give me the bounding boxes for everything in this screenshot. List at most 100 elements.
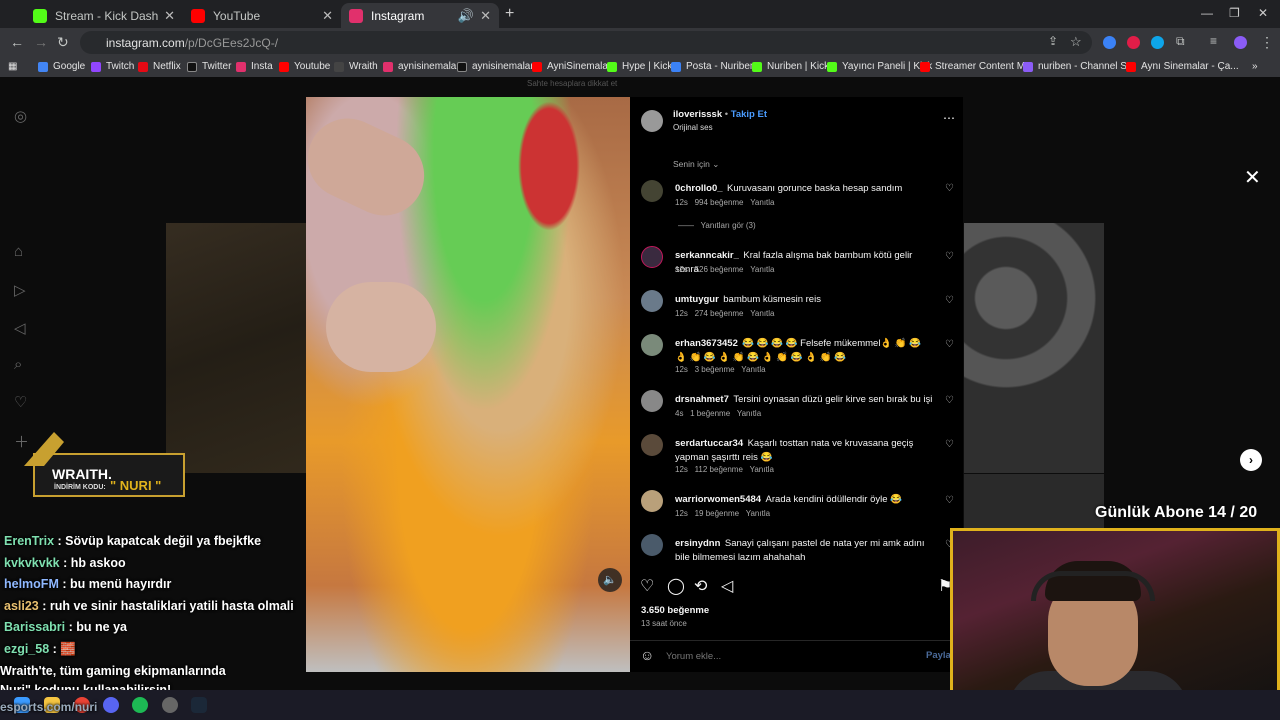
close-icon[interactable]: ✕ bbox=[480, 8, 491, 24]
extension-icon[interactable] bbox=[1127, 36, 1140, 49]
screen: Stream - Kick Dashboard ✕ YouTube ✕ Inst… bbox=[0, 0, 1280, 720]
bookmark-nuriben-channel[interactable]: nuriben - Channel S... bbox=[1023, 61, 1135, 72]
youtube-icon bbox=[191, 8, 205, 23]
bookmark-wraith[interactable]: Wraith bbox=[334, 61, 378, 72]
back-icon[interactable]: ← bbox=[10, 34, 24, 50]
spotify-icon[interactable] bbox=[132, 697, 148, 713]
bookmark-twitch[interactable]: Twitch bbox=[91, 61, 134, 72]
like-heart-icon[interactable]: ♡ bbox=[945, 339, 954, 350]
x-icon bbox=[457, 61, 467, 72]
avatar[interactable] bbox=[641, 490, 663, 512]
speaker-icon[interactable]: 🔊 bbox=[458, 8, 474, 24]
like-icon[interactable]: ♡ bbox=[640, 576, 654, 596]
comment-input[interactable] bbox=[666, 647, 906, 665]
menu-icon[interactable]: ⋮ bbox=[1260, 34, 1274, 51]
bookmark-youtube[interactable]: Youtube bbox=[279, 61, 330, 72]
post-video[interactable] bbox=[306, 97, 630, 672]
media-icon[interactable]: ≡ bbox=[1210, 34, 1217, 48]
chevron-right-icon[interactable]: » bbox=[1252, 61, 1258, 72]
bookmark-aynisinemalar[interactable]: aynisinemalar bbox=[383, 61, 460, 72]
comment-meta: 12s 3 beğenme Yanıtla bbox=[675, 365, 766, 374]
avatar[interactable] bbox=[1234, 36, 1247, 49]
tab-kick-dashboard[interactable]: Stream - Kick Dashboard ✕ bbox=[25, 3, 183, 28]
close-icon[interactable]: ✕ bbox=[164, 8, 175, 24]
extension-icon[interactable] bbox=[1151, 36, 1164, 49]
heart-icon[interactable]: ♡ bbox=[14, 393, 27, 411]
finger-shape bbox=[306, 105, 438, 229]
obs-icon[interactable] bbox=[162, 697, 178, 713]
comment-item: umtuygur bambum küsmesin reis bbox=[675, 294, 821, 305]
like-heart-icon[interactable]: ♡ bbox=[945, 395, 954, 406]
like-heart-icon[interactable]: ♡ bbox=[945, 295, 954, 306]
install-icon[interactable]: ⇪ bbox=[1048, 34, 1058, 48]
share-icon[interactable]: ◁ bbox=[721, 576, 733, 596]
forward-icon[interactable]: → bbox=[34, 34, 48, 50]
search-icon[interactable]: ⌕ bbox=[14, 356, 22, 373]
comment-item: warriorwomen5484 Arada kendini ödüllendi… bbox=[675, 494, 902, 505]
speaker-icon[interactable]: 🔈 bbox=[598, 568, 622, 592]
bookmark-insta[interactable]: Insta bbox=[236, 61, 273, 72]
bookmark-hype-kick[interactable]: Hype | Kick bbox=[607, 61, 672, 72]
avatar[interactable] bbox=[641, 534, 663, 556]
close-modal-icon[interactable]: ✕ bbox=[1244, 165, 1261, 190]
bookmark-twitter[interactable]: Twitter bbox=[187, 61, 231, 72]
more-options-icon[interactable]: ⋯ bbox=[943, 111, 955, 125]
instagram-logo-icon[interactable]: ◎ bbox=[14, 107, 27, 125]
like-heart-icon[interactable]: ♡ bbox=[945, 251, 954, 262]
avatar[interactable] bbox=[641, 246, 663, 268]
reels-icon[interactable]: ▷ bbox=[14, 281, 26, 299]
bookmark-nuriben-kick[interactable]: Nuriben | Kick bbox=[752, 61, 829, 72]
bookmark-star-icon[interactable]: ☆ bbox=[1070, 34, 1082, 50]
avatar[interactable] bbox=[641, 390, 663, 412]
bookmark-ayni-sinemalar[interactable]: Aynı Sinemalar - Ça... bbox=[1126, 61, 1239, 72]
follow-button[interactable]: Takip Et bbox=[731, 109, 767, 120]
new-tab-button[interactable]: + bbox=[505, 5, 514, 23]
avatar[interactable] bbox=[641, 110, 663, 132]
audio-label[interactable]: Orijinal ses bbox=[673, 123, 713, 132]
avatar[interactable] bbox=[641, 434, 663, 456]
kick-icon bbox=[827, 61, 837, 72]
puzzle-icon[interactable]: ⧉ bbox=[1176, 34, 1185, 49]
repost-icon[interactable]: ⟲ bbox=[694, 576, 707, 596]
tab-youtube[interactable]: YouTube ✕ bbox=[183, 3, 341, 28]
like-count[interactable]: 3.650 beğenme bbox=[641, 605, 709, 616]
bookmark-posta[interactable]: Posta - Nuriben bbox=[671, 61, 755, 72]
discord-icon[interactable] bbox=[103, 697, 119, 713]
avatar[interactable] bbox=[641, 180, 663, 202]
comment-icon[interactable]: ◯ bbox=[667, 576, 685, 596]
bookmark-yayinci-paneli[interactable]: Yayıncı Paneli | Kick bbox=[827, 61, 932, 72]
avatar[interactable] bbox=[641, 290, 663, 312]
home-icon[interactable]: ⌂ bbox=[14, 243, 23, 260]
window-close-button[interactable]: ✕ bbox=[1258, 6, 1268, 20]
bookmark-aynisinemalar-yt[interactable]: AyniSinemalar bbox=[532, 61, 611, 72]
comment-meta: 12s 526 beğenme Yanıtla bbox=[675, 265, 775, 274]
bookmark-aynisinemalar-x[interactable]: aynisinemalar bbox=[457, 61, 534, 72]
bookmark-netflix[interactable]: Netflix bbox=[138, 61, 181, 72]
tab-instagram[interactable]: Instagram 🔊 ✕ bbox=[341, 3, 499, 28]
chat-message: ErenTrix : Sövüp kapatcak değil ya fbejk… bbox=[4, 534, 262, 548]
minimize-button[interactable]: — bbox=[1201, 6, 1213, 20]
close-icon[interactable]: ✕ bbox=[322, 8, 333, 24]
bookmark-streamer-content[interactable]: Streamer Content M... bbox=[920, 61, 1033, 72]
maximize-button[interactable]: ❐ bbox=[1229, 6, 1240, 20]
steam-icon[interactable] bbox=[191, 697, 207, 713]
emoji-icon[interactable]: ☺ bbox=[640, 647, 654, 663]
author-name[interactable]: iloverisssk bbox=[673, 109, 722, 120]
send-icon[interactable]: ◁ bbox=[14, 319, 26, 337]
chat-message: ezgi_58 : 🧱 bbox=[4, 642, 76, 656]
url-bar[interactable]: instagram.com/p/DcGEes2JcQ-/ bbox=[80, 31, 1092, 54]
extension-icon[interactable] bbox=[1103, 36, 1116, 49]
like-heart-icon[interactable]: ♡ bbox=[945, 439, 954, 450]
avatar[interactable] bbox=[641, 334, 663, 356]
like-heart-icon[interactable]: ♡ bbox=[945, 183, 954, 194]
like-heart-icon[interactable]: ♡ bbox=[945, 495, 954, 506]
apps-icon[interactable]: ▦ bbox=[8, 61, 17, 72]
view-replies-link[interactable]: —— Yanıtları gör (3) bbox=[678, 221, 756, 230]
next-post-button[interactable]: › bbox=[1240, 449, 1262, 471]
youtube-icon bbox=[1126, 61, 1136, 72]
post-comment-button[interactable]: Payla bbox=[926, 650, 951, 661]
bookmark-google[interactable]: Google bbox=[38, 61, 85, 72]
header-fade-text: Sahte hesaplara dikkat et bbox=[527, 79, 618, 88]
reload-icon[interactable]: ↻ bbox=[57, 34, 69, 51]
sort-selector[interactable]: Senin için ⌄ bbox=[673, 159, 719, 170]
